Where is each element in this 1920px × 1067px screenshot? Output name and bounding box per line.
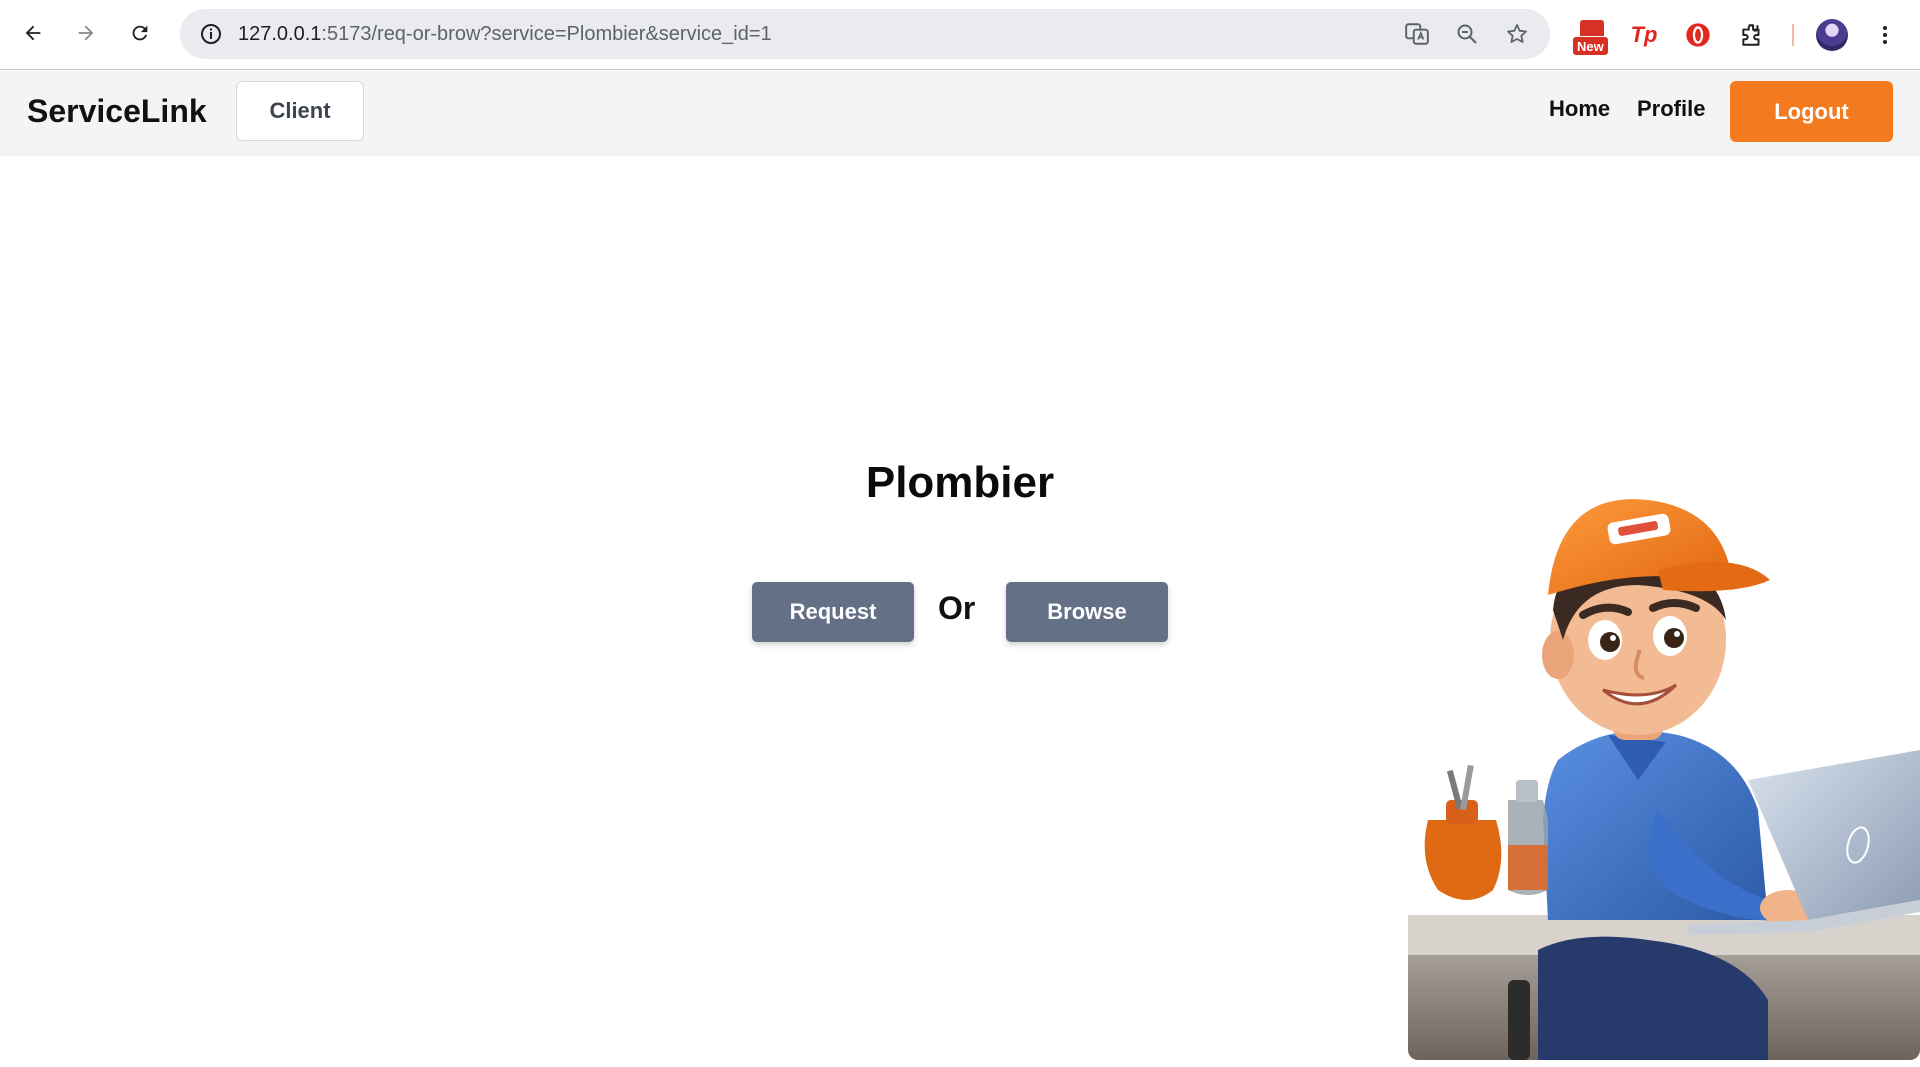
logout-button[interactable]: Logout xyxy=(1730,81,1893,142)
browser-toolbar: 127.0.0.1:5173/req-or-brow?service=Plomb… xyxy=(0,0,1920,70)
request-button[interactable]: Request xyxy=(752,582,914,642)
extension-tp-icon[interactable]: Tp xyxy=(1626,17,1662,53)
translate-icon[interactable] xyxy=(1402,19,1432,49)
zoom-icon[interactable] xyxy=(1452,19,1482,49)
reload-icon xyxy=(132,25,148,41)
brand-logo[interactable]: ServiceLink xyxy=(27,93,207,130)
address-bar[interactable]: 127.0.0.1:5173/req-or-brow?service=Plomb… xyxy=(180,9,1550,59)
extension-new-icon[interactable]: New xyxy=(1572,20,1609,56)
ext-tp-label: Tp xyxy=(1630,22,1658,47)
forward-button[interactable] xyxy=(66,13,106,53)
back-button[interactable] xyxy=(13,13,53,53)
new-badge: New xyxy=(1572,36,1609,56)
extension-adblock-icon[interactable] xyxy=(1680,17,1716,53)
reload-button[interactable] xyxy=(120,13,160,53)
site-info-icon[interactable] xyxy=(196,19,226,49)
app-navbar: ServiceLink Client Home Profile Logout xyxy=(0,71,1920,153)
bookmark-star-icon[interactable] xyxy=(1502,19,1532,49)
role-button[interactable]: Client xyxy=(236,81,364,141)
arrow-left-icon xyxy=(25,25,41,41)
extensions-puzzle-icon[interactable] xyxy=(1734,17,1770,53)
toolbar-divider xyxy=(1792,24,1794,46)
arrow-right-icon xyxy=(78,25,94,41)
or-label: Or xyxy=(938,590,976,626)
browser-menu-icon[interactable] xyxy=(1870,17,1900,53)
url-text[interactable]: 127.0.0.1:5173/req-or-brow?service=Plomb… xyxy=(238,23,772,46)
browse-button[interactable]: Browse xyxy=(1006,582,1168,642)
plumber-illustration xyxy=(1408,499,1920,1060)
profile-avatar[interactable] xyxy=(1816,19,1848,51)
nav-profile-link[interactable]: Profile xyxy=(1637,96,1705,122)
nav-home-link[interactable]: Home xyxy=(1549,96,1610,122)
